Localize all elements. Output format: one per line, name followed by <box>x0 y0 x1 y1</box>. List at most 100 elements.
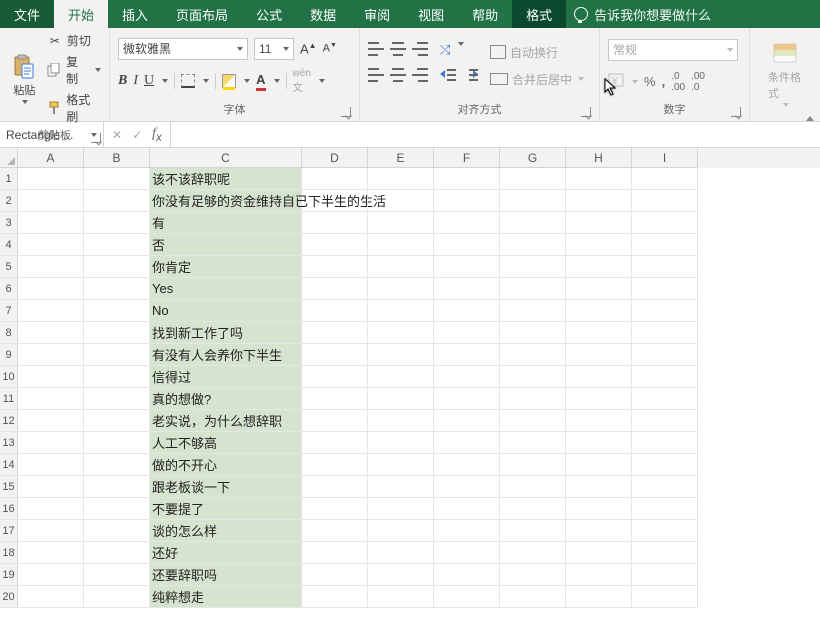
increase-indent-button[interactable] <box>462 68 478 82</box>
increase-decimal-button[interactable]: .0.00 <box>671 71 685 93</box>
cell[interactable] <box>566 278 632 300</box>
tab-page-layout[interactable]: 页面布局 <box>162 0 242 28</box>
cell[interactable] <box>18 476 84 498</box>
cell[interactable] <box>500 366 566 388</box>
font-name-combo[interactable]: 微软雅黑 <box>118 38 248 60</box>
cell[interactable] <box>632 586 698 608</box>
cell[interactable] <box>84 300 150 322</box>
cell[interactable]: Yes <box>150 278 302 300</box>
row-header[interactable]: 19 <box>0 564 18 586</box>
cell[interactable] <box>632 344 698 366</box>
cell[interactable] <box>18 300 84 322</box>
cell[interactable] <box>302 344 368 366</box>
fx-icon[interactable]: fx <box>152 126 162 144</box>
cell[interactable] <box>500 278 566 300</box>
cell[interactable] <box>18 454 84 476</box>
cell[interactable] <box>84 256 150 278</box>
wrap-text-button[interactable]: 自动换行 <box>490 44 584 61</box>
cell[interactable] <box>566 234 632 256</box>
cell[interactable] <box>18 498 84 520</box>
cell[interactable] <box>632 300 698 322</box>
collapse-ribbon-icon[interactable] <box>804 112 816 124</box>
row-header[interactable]: 8 <box>0 322 18 344</box>
col-header[interactable]: D <box>302 148 368 168</box>
row-header[interactable]: 20 <box>0 586 18 608</box>
cell[interactable] <box>302 234 368 256</box>
tab-help[interactable]: 帮助 <box>458 0 512 28</box>
cell[interactable] <box>302 476 368 498</box>
cell[interactable] <box>368 366 434 388</box>
dialog-launcher-icon[interactable] <box>581 107 591 117</box>
cell[interactable] <box>18 542 84 564</box>
font-size-combo[interactable]: 11 <box>254 38 294 60</box>
number-format-combo[interactable]: 常规 <box>608 39 738 61</box>
cell[interactable] <box>434 498 500 520</box>
cell[interactable] <box>500 212 566 234</box>
cell[interactable]: 老实说，为什么想辞职 <box>150 410 302 432</box>
select-all-corner[interactable] <box>0 148 18 168</box>
cell[interactable] <box>434 432 500 454</box>
cell[interactable] <box>632 190 698 212</box>
cell[interactable] <box>500 322 566 344</box>
cell[interactable] <box>368 498 434 520</box>
cell[interactable] <box>632 564 698 586</box>
cell[interactable] <box>302 388 368 410</box>
caret-icon[interactable] <box>319 79 325 83</box>
cell[interactable]: No <box>150 300 302 322</box>
cell[interactable] <box>368 212 434 234</box>
cell[interactable] <box>434 410 500 432</box>
cell[interactable]: 找到新工作了吗 <box>150 322 302 344</box>
tab-insert[interactable]: 插入 <box>108 0 162 28</box>
cell[interactable] <box>434 190 500 212</box>
cut-button[interactable]: ✂ 剪切 <box>47 32 101 49</box>
cell[interactable]: 该不该辞职呢 <box>150 168 302 190</box>
cell[interactable] <box>632 278 698 300</box>
cell[interactable] <box>632 454 698 476</box>
col-header[interactable]: E <box>368 148 434 168</box>
cell[interactable] <box>500 256 566 278</box>
cell[interactable] <box>302 542 368 564</box>
row-header[interactable]: 2 <box>0 190 18 212</box>
comma-format-button[interactable]: , <box>662 74 666 89</box>
cell[interactable] <box>18 432 84 454</box>
row-header[interactable]: 9 <box>0 344 18 366</box>
col-header[interactable]: I <box>632 148 698 168</box>
cell[interactable] <box>368 300 434 322</box>
row-header[interactable]: 12 <box>0 410 18 432</box>
cell[interactable] <box>84 564 150 586</box>
cell[interactable] <box>84 278 150 300</box>
cell[interactable] <box>434 168 500 190</box>
cell[interactable] <box>632 410 698 432</box>
borders-button[interactable] <box>181 74 195 88</box>
cell[interactable] <box>368 410 434 432</box>
cell[interactable]: 还好 <box>150 542 302 564</box>
cell[interactable] <box>500 564 566 586</box>
cell[interactable] <box>566 168 632 190</box>
cell[interactable] <box>368 256 434 278</box>
row-header[interactable]: 11 <box>0 388 18 410</box>
merge-center-button[interactable]: 合并后居中 <box>490 71 584 88</box>
cell[interactable] <box>368 542 434 564</box>
cell[interactable] <box>84 586 150 608</box>
phonetic-button[interactable]: wén文 <box>293 68 311 94</box>
cell[interactable] <box>434 542 500 564</box>
cell[interactable] <box>368 564 434 586</box>
cell[interactable] <box>368 520 434 542</box>
tab-view[interactable]: 视图 <box>404 0 458 28</box>
cancel-icon[interactable]: ✕ <box>112 128 122 142</box>
cell[interactable] <box>18 366 84 388</box>
cell[interactable] <box>434 344 500 366</box>
tab-data[interactable]: 数据 <box>296 0 350 28</box>
cell[interactable] <box>434 212 500 234</box>
cell[interactable] <box>632 498 698 520</box>
decrease-decimal-button[interactable]: .00.0 <box>691 71 705 93</box>
cell[interactable] <box>84 234 150 256</box>
enter-icon[interactable]: ✓ <box>132 128 142 142</box>
row-header[interactable]: 16 <box>0 498 18 520</box>
cell[interactable] <box>368 278 434 300</box>
cell[interactable] <box>500 344 566 366</box>
row-header[interactable]: 10 <box>0 366 18 388</box>
row-header[interactable]: 13 <box>0 432 18 454</box>
cell[interactable] <box>632 256 698 278</box>
row-header[interactable]: 15 <box>0 476 18 498</box>
